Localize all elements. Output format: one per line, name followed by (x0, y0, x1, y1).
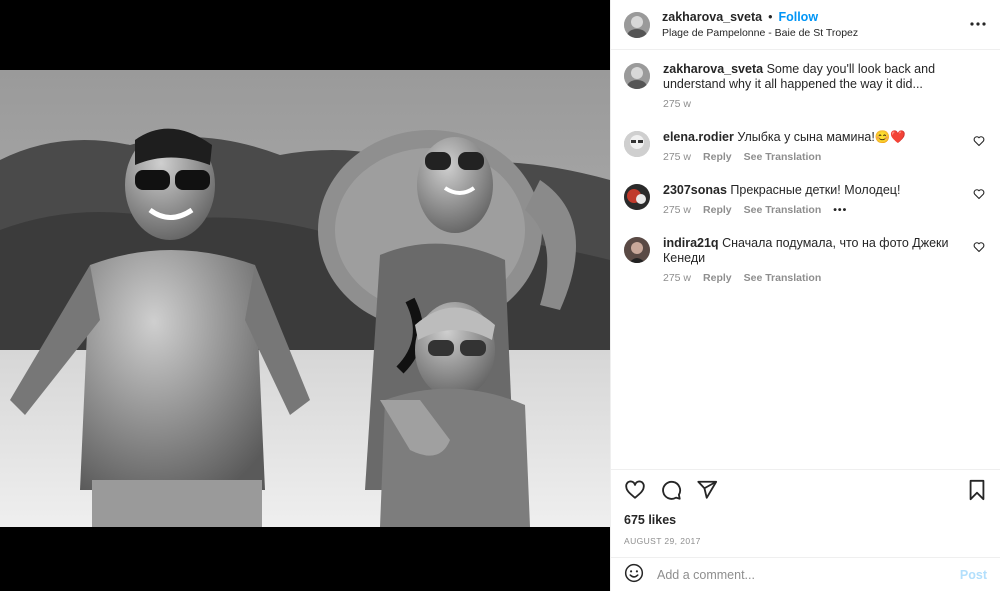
instagram-post-view: zakharova_sveta • Follow Plage de Pampel… (0, 0, 1000, 591)
post-details-panel: zakharova_sveta • Follow Plage de Pampel… (610, 0, 1000, 591)
post-header: zakharova_sveta • Follow Plage de Pampel… (611, 0, 1000, 50)
comment-text: Прекрасные детки! Молодец! (730, 183, 901, 197)
caption-username[interactable]: zakharova_sveta (663, 62, 763, 76)
comments-list: zakharova_sveta Some day you'll look bac… (611, 50, 1000, 469)
comment-username[interactable]: elena.rodier (663, 130, 734, 144)
heart-icon[interactable] (973, 241, 985, 253)
see-translation-button[interactable]: See Translation (744, 151, 822, 163)
post-date[interactable]: AUGUST 29, 2017 (624, 536, 987, 546)
see-translation-button[interactable]: See Translation (744, 272, 822, 284)
heart-icon[interactable] (624, 479, 646, 504)
comment-time[interactable]: 275 w (663, 272, 691, 284)
post-photo[interactable] (0, 70, 610, 527)
caption-time[interactable]: 275 w (663, 98, 691, 110)
comment-item: indira21q Сначала подумала, что на фото … (624, 236, 987, 284)
comment-item: 2307sonas Прекрасные детки! Молодец! 275… (624, 183, 987, 216)
add-comment-bar: Add a comment... Post (611, 557, 1000, 591)
emoji-icon[interactable] (624, 563, 644, 586)
follow-button[interactable]: Follow (778, 10, 818, 24)
caption: zakharova_sveta Some day you'll look bac… (624, 62, 987, 110)
more-options-icon[interactable] (968, 14, 988, 34)
comment-icon[interactable] (660, 479, 682, 504)
comment-username[interactable]: 2307sonas (663, 183, 727, 197)
likes-count[interactable]: 675 likes (624, 513, 987, 527)
heart-icon[interactable] (973, 135, 985, 147)
separator-dot: • (768, 10, 773, 24)
see-translation-button[interactable]: See Translation (744, 204, 822, 216)
location-link[interactable]: Plage de Pampelonne - Baie de St Tropez (662, 27, 858, 39)
post-actions: 675 likes AUGUST 29, 2017 (611, 469, 1000, 557)
avatar[interactable] (624, 131, 650, 157)
avatar[interactable] (624, 184, 650, 210)
reply-button[interactable]: Reply (703, 151, 732, 163)
avatar[interactable] (624, 63, 650, 89)
photo-illustration (0, 70, 610, 527)
comment-more-options[interactable]: ••• (833, 204, 847, 216)
comment-time[interactable]: 275 w (663, 151, 691, 163)
avatar[interactable] (624, 237, 650, 263)
comment-text: Улыбка у сына мамина!😊❤️ (737, 130, 906, 144)
reply-button[interactable]: Reply (703, 204, 732, 216)
share-icon[interactable] (696, 479, 718, 504)
comment-item: elena.rodier Улыбка у сына мамина!😊❤️ 27… (624, 130, 987, 163)
post-username[interactable]: zakharova_sveta (662, 10, 762, 24)
bookmark-icon[interactable] (967, 479, 987, 504)
avatar[interactable] (624, 11, 650, 38)
media-pane (0, 0, 610, 591)
comment-input[interactable]: Add a comment... (657, 568, 960, 582)
heart-icon[interactable] (973, 188, 985, 200)
reply-button[interactable]: Reply (703, 272, 732, 284)
comment-time[interactable]: 275 w (663, 204, 691, 216)
post-comment-button[interactable]: Post (960, 568, 987, 582)
comment-username[interactable]: indira21q (663, 236, 719, 250)
